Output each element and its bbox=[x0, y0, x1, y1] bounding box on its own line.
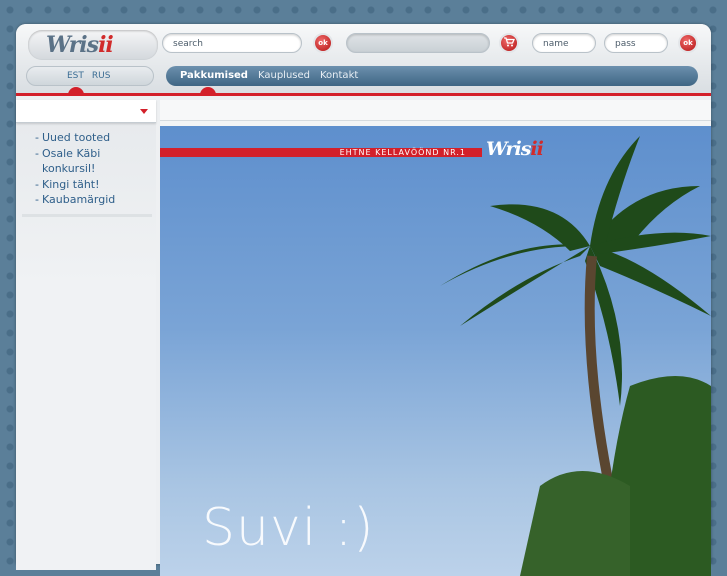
dropdown-arrow-icon bbox=[140, 109, 148, 114]
sidebar: Uued tooted Osale Käbi konkursil! Kingi … bbox=[16, 100, 156, 570]
cart-status-field bbox=[346, 33, 490, 53]
sidebar-item-kingi-taht[interactable]: Kingi täht! bbox=[22, 177, 152, 193]
lang-est-link[interactable]: EST bbox=[67, 71, 84, 81]
language-switcher: EST RUS bbox=[26, 66, 154, 86]
main-nav: Pakkumised Kauplused Kontakt bbox=[166, 66, 698, 86]
category-dropdown[interactable] bbox=[16, 100, 156, 123]
header-divider bbox=[16, 93, 711, 96]
sidebar-item-uued-tooted[interactable]: Uued tooted bbox=[22, 130, 152, 146]
nav-item-kauplused[interactable]: Kauplused bbox=[258, 70, 310, 81]
login-ok-button[interactable]: ok bbox=[678, 33, 698, 53]
lang-rus-link[interactable]: RUS bbox=[92, 71, 111, 81]
main-content: EHTNE KELLAVÖÖND NR.1 Wrisii Suvi:) bbox=[160, 100, 711, 576]
header: Wrisii search ok name pass ok EST RUS Pak… bbox=[16, 24, 711, 94]
page-frame: Wrisii search ok name pass ok EST RUS Pak… bbox=[16, 24, 711, 576]
site-logo[interactable]: Wrisii bbox=[28, 30, 158, 60]
nav-item-pakkumised[interactable]: Pakkumised bbox=[180, 70, 248, 81]
nav-item-kontakt[interactable]: Kontakt bbox=[320, 70, 358, 81]
promo-banner[interactable]: EHTNE KELLAVÖÖND NR.1 Wrisii Suvi:) bbox=[160, 126, 711, 576]
password-input[interactable]: pass bbox=[604, 33, 668, 53]
sidebar-item-osale-kabi[interactable]: Osale Käbi bbox=[22, 146, 152, 162]
sidebar-menu: Uued tooted Osale Käbi konkursil! Kingi … bbox=[22, 130, 152, 217]
banner-headline: Suvi :) bbox=[202, 498, 375, 558]
search-ok-button[interactable]: ok bbox=[313, 33, 333, 53]
username-input[interactable]: name bbox=[532, 33, 596, 53]
sidebar-item-osale-kabi-cont[interactable]: konkursil! bbox=[22, 161, 152, 177]
cart-icon[interactable] bbox=[499, 33, 519, 53]
content-toolbar bbox=[160, 100, 711, 121]
search-input[interactable]: search bbox=[162, 33, 302, 53]
sidebar-item-kaubamargid[interactable]: Kaubamärgid bbox=[22, 192, 152, 208]
